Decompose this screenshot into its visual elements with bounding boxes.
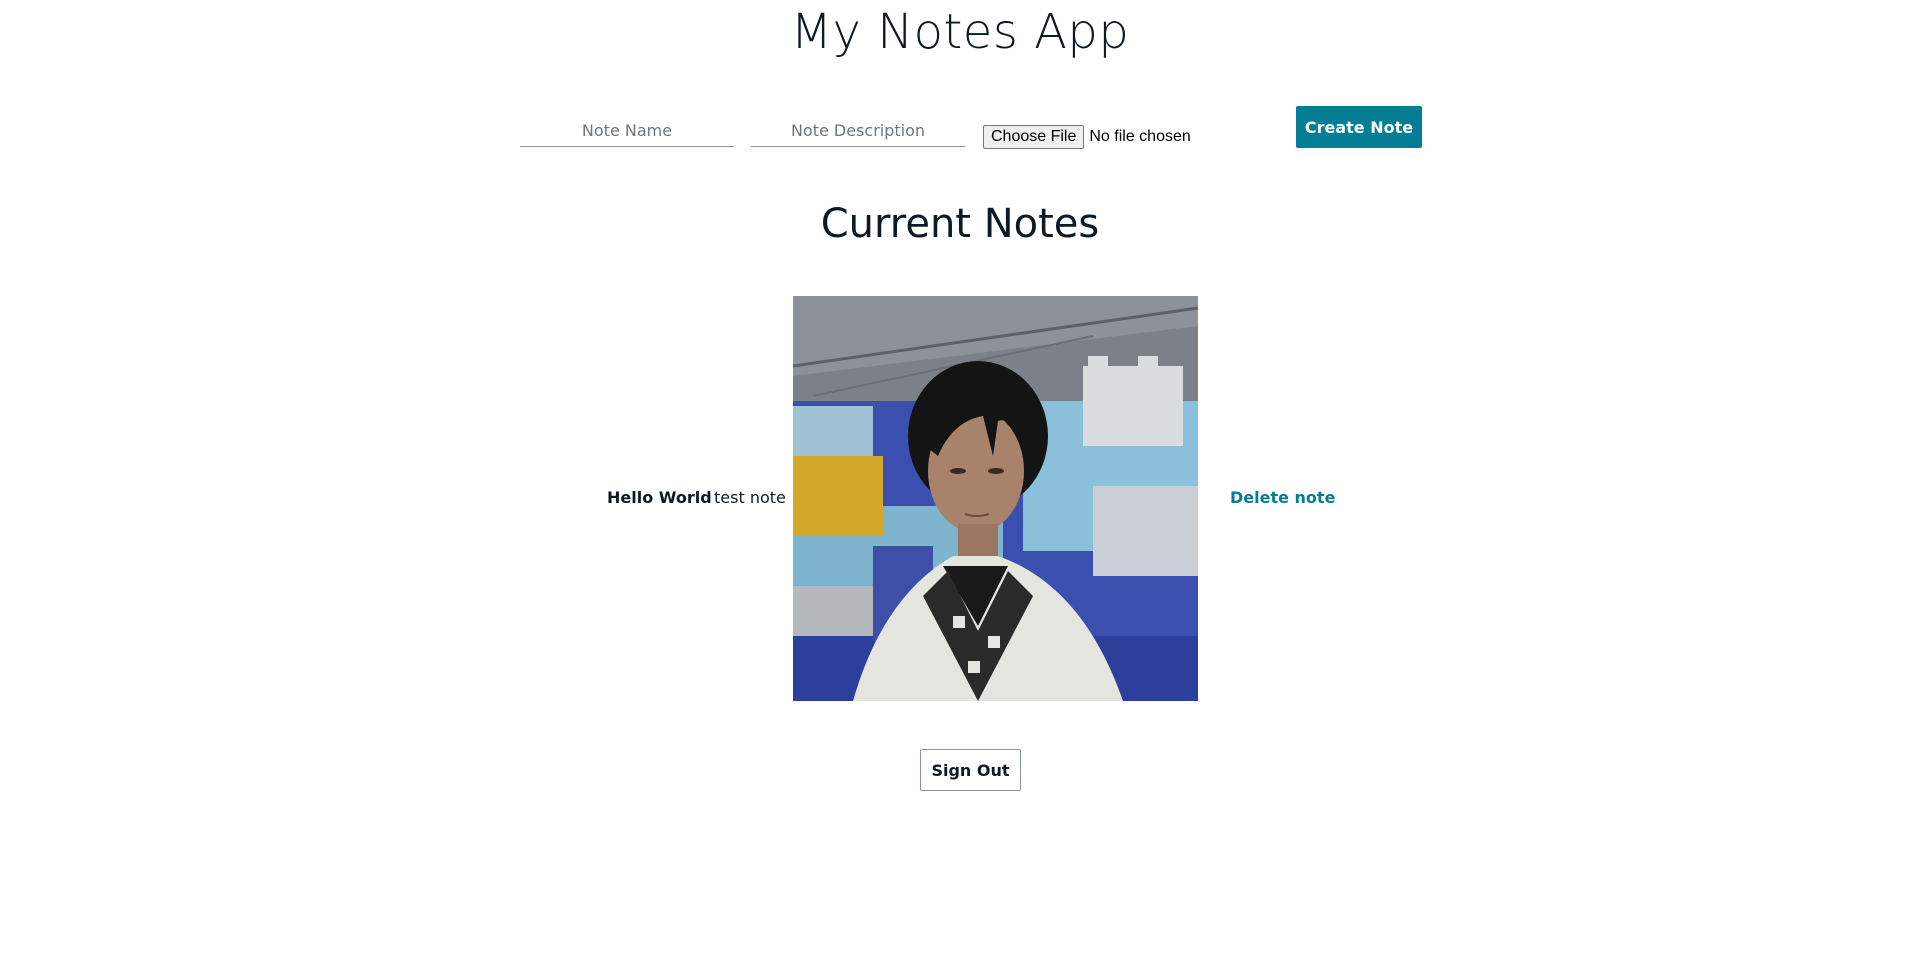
- file-picker: Choose File No file chosen: [983, 125, 1191, 149]
- note-name: Hello World: [607, 488, 712, 507]
- note-description-input[interactable]: [751, 114, 965, 147]
- note-image: [793, 296, 1198, 701]
- delete-note-link[interactable]: Delete note: [1230, 488, 1335, 507]
- choose-file-button[interactable]: Choose File: [983, 125, 1085, 149]
- app-title: My Notes App: [790, 4, 1130, 60]
- note-description: test note: [714, 488, 786, 507]
- create-note-button[interactable]: Create Note: [1296, 106, 1422, 148]
- create-note-form: Choose File No file chosen Create Note: [0, 106, 1920, 150]
- current-notes-heading: Current Notes: [820, 201, 1100, 247]
- file-status-text: No file chosen: [1089, 128, 1191, 145]
- sign-out-button[interactable]: Sign Out: [920, 749, 1021, 791]
- notes-app-page: My Notes App Choose File No file chosen …: [0, 0, 1920, 972]
- note-name-input[interactable]: [520, 114, 734, 147]
- note-item: Hello World test note Delete note: [0, 296, 1920, 701]
